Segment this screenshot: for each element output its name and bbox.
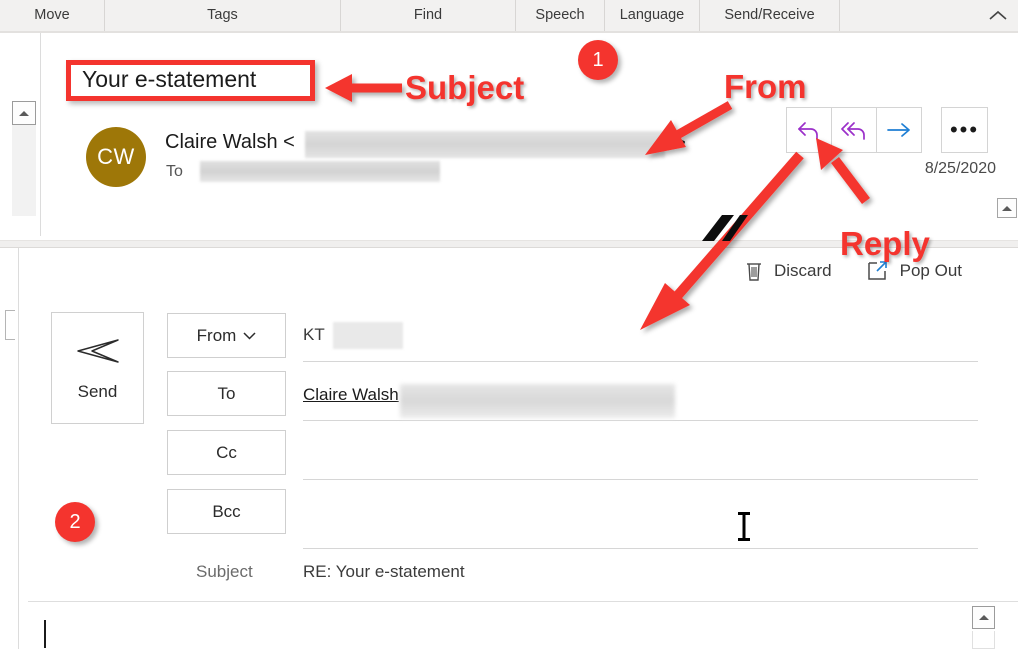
annotation-label-from: From — [724, 68, 807, 105]
left-scrollbar-track[interactable] — [12, 125, 36, 216]
compose-pane — [0, 248, 1018, 649]
cc-button-label: Cc — [216, 442, 237, 462]
reply-all-button[interactable] — [831, 107, 877, 153]
ribbon-group-send-receive[interactable]: Send/Receive — [700, 0, 840, 31]
ribbon-group-tags[interactable]: Tags — [105, 0, 341, 31]
from-field-value-redacted — [333, 322, 403, 349]
chevron-up-icon[interactable] — [984, 4, 1012, 28]
bcc-button-label: Bcc — [212, 501, 241, 521]
triangle-up-icon — [1002, 205, 1012, 211]
reply-all-arrow-icon — [841, 122, 865, 140]
ellipsis-icon: ••• — [949, 117, 980, 142]
ribbon-group-label: Tags — [207, 6, 238, 23]
triangle-up-icon — [978, 615, 989, 620]
ribbon-group-label: Speech — [535, 6, 585, 23]
paper-plane-icon — [76, 339, 119, 363]
from-field-value[interactable]: KT — [303, 325, 325, 345]
forward-button[interactable] — [876, 107, 922, 153]
reply-button[interactable] — [786, 107, 832, 153]
annotation-label-subject: Subject — [405, 69, 525, 106]
ribbon-group-language[interactable]: Language — [605, 0, 700, 31]
to-field-value-redacted — [400, 384, 675, 418]
forward-arrow-icon — [887, 123, 910, 137]
ribbon-group-label: Move — [34, 6, 70, 23]
recipient-redacted — [200, 161, 440, 182]
ribbon-group-label: Find — [413, 6, 443, 23]
sender-name: Claire Walsh < — [165, 131, 295, 153]
compose-rail — [18, 248, 19, 649]
more-actions-button[interactable]: ••• — [941, 107, 988, 153]
black-stroke-mark — [702, 215, 748, 241]
bcc-field-button[interactable]: Bcc — [167, 489, 286, 534]
to-button-label: To — [217, 383, 236, 403]
discard-label: Discard — [774, 261, 832, 280]
from-field-underline — [303, 361, 978, 362]
left-scrollbar-up-button[interactable] — [12, 101, 36, 125]
body-scrollbar-up-button[interactable] — [972, 606, 995, 629]
annotation-badge-2: 2 — [55, 502, 95, 542]
sender-address-redacted — [305, 131, 665, 158]
ribbon-group-move[interactable]: Move — [0, 0, 105, 31]
sender-address-tail: n> — [663, 132, 686, 154]
triangle-up-icon — [19, 110, 29, 116]
recipient-label: To — [166, 163, 183, 180]
pop-out-label: Pop Out — [899, 261, 962, 280]
chevron-down-icon — [243, 332, 256, 340]
reply-arrow-icon — [798, 122, 818, 140]
to-field-button[interactable]: To — [167, 371, 286, 416]
annotation-label-reply: Reply — [840, 225, 930, 262]
message-date: 8/25/2020 — [924, 160, 996, 177]
subject-field-value[interactable]: RE: Your e-statement — [303, 562, 465, 582]
reading-pane-scrollbar-up-button[interactable] — [997, 198, 1017, 218]
from-field-button[interactable]: From — [167, 313, 286, 358]
body-divider — [28, 601, 1018, 602]
message-action-buttons — [786, 107, 922, 153]
compose-rail-handle[interactable] — [5, 310, 15, 340]
ribbon-group-label: Send/Receive — [724, 6, 815, 23]
body-text-caret — [44, 620, 46, 648]
cc-field-button[interactable]: Cc — [167, 430, 286, 475]
ribbon-group-find[interactable]: Find — [341, 0, 516, 31]
to-field-value[interactable]: Claire Walsh — [303, 385, 399, 405]
body-scrollbar-track[interactable] — [972, 631, 995, 649]
annotation-badge-1: 1 — [578, 40, 618, 80]
ribbon-group-speech[interactable]: Speech — [516, 0, 605, 31]
send-button[interactable]: Send — [51, 312, 144, 424]
send-label: Send — [77, 382, 118, 401]
ribbon-tab-bar: Move Tags Find Speech Language Send/Rece… — [0, 0, 1018, 31]
from-button-label: From — [196, 325, 237, 345]
discard-button[interactable]: Discard — [744, 259, 832, 283]
subject-field-label: Subject — [196, 562, 253, 581]
cc-field-underline — [303, 479, 978, 480]
avatar: CW — [86, 127, 146, 187]
to-field-underline — [303, 420, 978, 421]
mouse-ibeam-cursor — [735, 510, 753, 543]
ribbon-group-label: Language — [619, 6, 685, 23]
bcc-field-underline — [303, 548, 978, 549]
trash-icon — [747, 263, 761, 281]
subject-highlight-box — [66, 60, 315, 101]
